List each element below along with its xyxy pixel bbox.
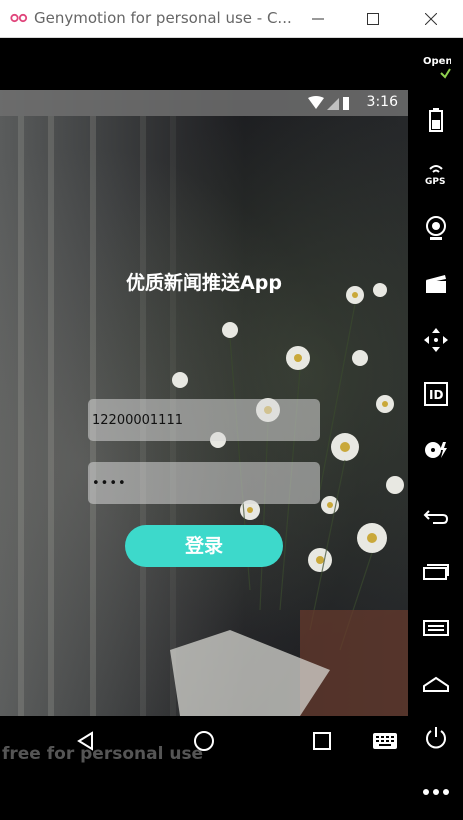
opengapps-icon: Open GAPPS [423,56,451,79]
android-menu-button[interactable] [408,608,463,648]
android-home-button[interactable] [408,664,463,704]
power-button[interactable] [408,718,463,758]
media-button[interactable] [408,430,463,470]
gps-button[interactable]: GPS [408,154,463,194]
back-icon [423,510,448,524]
minimize-button[interactable] [295,0,341,38]
menu-icon [422,620,449,636]
svg-text:Open GAPPS: Open GAPPS [423,56,451,67]
status-icons [308,96,349,110]
dpad-icon [423,328,448,352]
status-bar: 3:16 [0,90,408,116]
window-title: Genymotion for personal use - C... [34,9,292,27]
close-button[interactable] [408,0,454,38]
home-icon [422,676,449,692]
identifiers-button[interactable]: ID [408,374,463,414]
svg-text:ID: ID [429,388,443,402]
dpad-button[interactable] [408,320,463,360]
status-time: 3:16 [366,94,398,110]
identifiers-icon: ID [423,382,448,406]
keyboard-icon [373,733,397,749]
nav-keyboard-button[interactable] [372,728,398,754]
capture-button[interactable] [408,264,463,304]
svg-text:GPS: GPS [425,177,445,186]
minimize-icon [312,18,324,20]
more-icon [422,789,449,795]
close-icon [425,13,437,25]
nav-recents-button[interactable] [309,728,335,754]
power-icon [425,727,446,749]
gps-icon: GPS [425,165,445,186]
window-titlebar: Genymotion for personal use - C... [0,0,463,38]
battery-icon [428,108,443,132]
webcam-button[interactable] [408,208,463,248]
login-button[interactable]: 登录 [125,525,283,567]
battery-button[interactable] [408,100,463,140]
username-input[interactable] [88,399,320,441]
android-back-button[interactable] [408,496,463,536]
device-screen: 3:16 优质新闻推送App 登录 [0,90,408,716]
maximize-button[interactable] [350,0,396,38]
battery-icon [343,97,349,110]
more-button[interactable] [408,772,463,812]
recents-icon [422,564,449,580]
wifi-icon [308,96,324,109]
genymotion-logo-icon [10,13,28,23]
capture-icon [425,275,446,293]
recents-icon [313,732,331,750]
android-recents-button[interactable] [408,552,463,592]
genymotion-toolbar: Open GAPPS GPS ID [408,38,463,820]
password-input[interactable] [88,462,320,504]
signal-icon [327,98,339,110]
opengapps-button[interactable]: Open GAPPS [408,46,463,86]
app-title: 优质新闻推送App [126,272,282,294]
media-icon [424,442,447,458]
maximize-icon [367,13,379,25]
webcam-icon [425,216,446,240]
watermark-text: free for personal use [2,744,204,764]
